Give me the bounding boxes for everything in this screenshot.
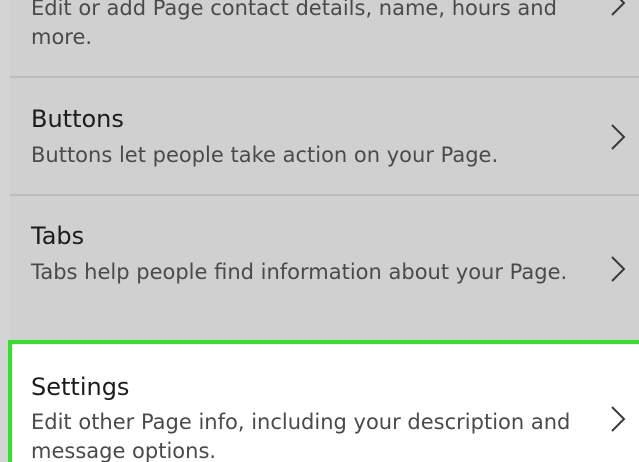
chevron-right-icon bbox=[607, 254, 629, 284]
list-item-title: Tabs bbox=[31, 222, 85, 250]
list-item-settings[interactable]: Settings Edit other Page info, including… bbox=[8, 340, 639, 462]
chevron-right-icon bbox=[607, 404, 629, 434]
page-settings-screen: Edit or add Page contact details, name, … bbox=[0, 0, 639, 462]
list-item-description: Edit other Page info, including your des… bbox=[31, 410, 571, 462]
list-item-tabs[interactable]: Tabs Tabs help people find information a… bbox=[10, 196, 639, 340]
list-item-description: Edit or add Page contact details, name, … bbox=[31, 0, 557, 49]
chevron-right-icon bbox=[607, 122, 629, 152]
chevron-right-icon bbox=[607, 0, 629, 18]
settings-list: Edit or add Page contact details, name, … bbox=[8, 0, 639, 462]
list-item-page-info[interactable]: Edit or add Page contact details, name, … bbox=[10, 0, 639, 78]
list-item-description: Buttons let people take action on your P… bbox=[31, 143, 499, 167]
list-item-description: Tabs help people find information about … bbox=[31, 260, 568, 284]
list-item-title: Settings bbox=[31, 373, 130, 401]
list-item-buttons[interactable]: Buttons Buttons let people take action o… bbox=[10, 78, 639, 196]
list-item-title: Buttons bbox=[31, 105, 124, 133]
